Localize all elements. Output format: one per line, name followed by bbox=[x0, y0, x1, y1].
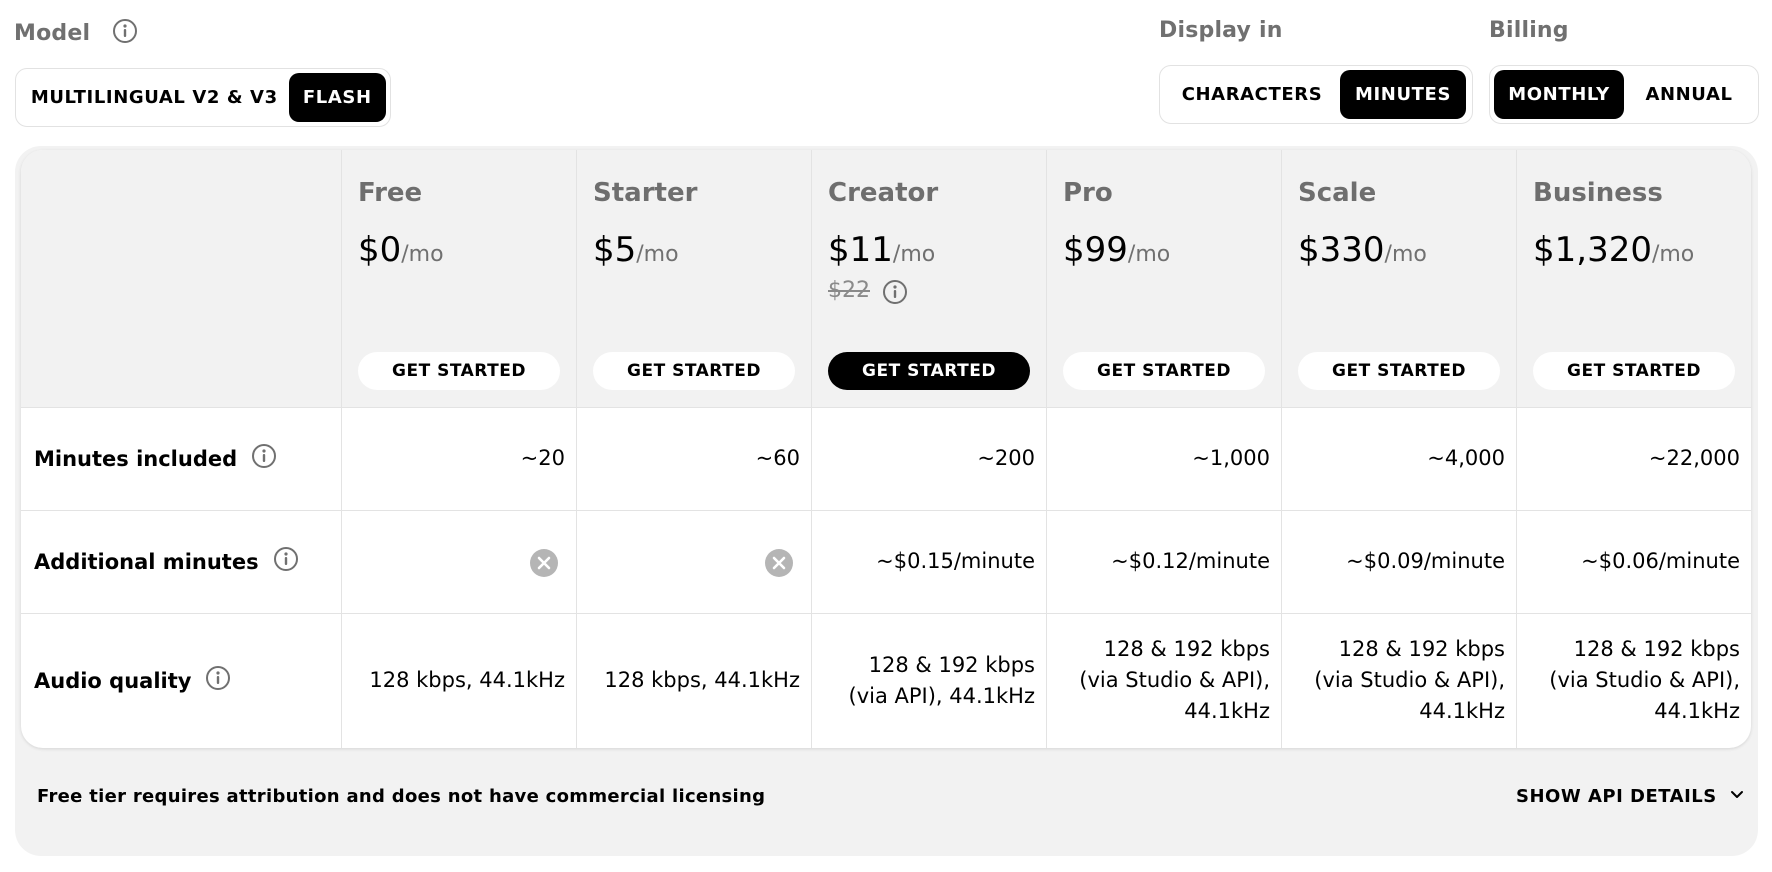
billing-option-annual[interactable]: ANNUAL bbox=[1624, 70, 1754, 119]
attribution-note: Free tier requires attribution and does … bbox=[37, 786, 766, 807]
row-divider bbox=[21, 510, 1751, 511]
column-divider bbox=[1281, 150, 1282, 748]
table-cell: ~$0.15/minute bbox=[876, 549, 1035, 573]
get-started-button[interactable]: GET STARTED bbox=[1298, 352, 1500, 390]
model-option-flash[interactable]: FLASH bbox=[288, 73, 386, 122]
row-label: Minutes included bbox=[34, 443, 277, 474]
table-cell: ~$0.12/minute bbox=[1111, 549, 1270, 573]
info-icon[interactable] bbox=[205, 665, 231, 696]
chevron-down-icon bbox=[1729, 786, 1745, 807]
billing-selector: MONTHLY ANNUAL bbox=[1489, 65, 1759, 124]
plan-name: Scale bbox=[1298, 178, 1377, 208]
table-cell: ~20 bbox=[520, 446, 565, 470]
display-in-label: Display in bbox=[1159, 18, 1283, 43]
table-cell: 128 kbps, 44.1kHz bbox=[369, 668, 565, 692]
get-started-button[interactable]: GET STARTED bbox=[828, 352, 1030, 390]
get-started-button[interactable]: GET STARTED bbox=[358, 352, 560, 390]
model-option-multilingual[interactable]: MULTILINGUAL V2 & V3 bbox=[20, 73, 289, 122]
column-divider bbox=[576, 150, 577, 748]
row-label: Audio quality bbox=[34, 665, 231, 696]
plan-price: $1,320/mo bbox=[1533, 230, 1695, 270]
billing-option-monthly[interactable]: MONTHLY bbox=[1494, 70, 1624, 119]
plan-price: $99/mo bbox=[1063, 230, 1171, 270]
table-cell: ~1,000 bbox=[1192, 446, 1270, 470]
plan-name: Pro bbox=[1063, 178, 1113, 208]
get-started-button[interactable]: GET STARTED bbox=[593, 352, 795, 390]
pricing-table: Free $0/mo GET STARTED Starter $5/mo GET… bbox=[21, 150, 1751, 748]
table-cell: 128 & 192 kbps (via API), 44.1kHz bbox=[848, 653, 1036, 708]
display-selector: CHARACTERS MINUTES bbox=[1159, 65, 1473, 124]
column-divider bbox=[1046, 150, 1047, 748]
info-icon[interactable] bbox=[882, 279, 908, 309]
table-cell: ~200 bbox=[977, 446, 1035, 470]
info-icon[interactable] bbox=[273, 546, 299, 577]
column-divider bbox=[1516, 150, 1517, 748]
pricing-controls: Model MULTILINGUAL V2 & V3 FLASH Display… bbox=[0, 0, 1772, 140]
table-cell: 128 & 192 kbps (via Studio & API), 44.1k… bbox=[1079, 637, 1270, 723]
plan-name: Creator bbox=[828, 178, 939, 208]
plan-name: Free bbox=[358, 178, 423, 208]
plan-price: $11/mo bbox=[828, 230, 936, 270]
row-divider bbox=[21, 613, 1751, 614]
info-icon[interactable] bbox=[251, 443, 277, 474]
display-option-minutes[interactable]: MINUTES bbox=[1340, 70, 1466, 119]
not-available-icon bbox=[529, 548, 559, 582]
table-cell: ~$0.09/minute bbox=[1346, 549, 1505, 573]
plan-price: $0/mo bbox=[358, 230, 444, 270]
table-cell: ~4,000 bbox=[1427, 446, 1505, 470]
not-available-icon bbox=[764, 548, 794, 582]
pricing-card: Free $0/mo GET STARTED Starter $5/mo GET… bbox=[15, 146, 1758, 856]
column-divider bbox=[341, 150, 342, 748]
plan-name: Business bbox=[1533, 178, 1663, 208]
original-price: $22 bbox=[828, 278, 870, 303]
billing-label: Billing bbox=[1489, 18, 1569, 43]
table-cell: ~22,000 bbox=[1648, 446, 1740, 470]
info-icon[interactable] bbox=[112, 18, 138, 50]
display-option-characters[interactable]: CHARACTERS bbox=[1164, 70, 1340, 119]
get-started-button[interactable]: GET STARTED bbox=[1063, 352, 1265, 390]
plan-name: Starter bbox=[593, 178, 698, 208]
table-cell: 128 kbps, 44.1kHz bbox=[604, 668, 800, 692]
plan-price: $5/mo bbox=[593, 230, 679, 270]
row-label: Additional minutes bbox=[34, 546, 299, 577]
get-started-button[interactable]: GET STARTED bbox=[1533, 352, 1735, 390]
column-divider bbox=[811, 150, 812, 748]
table-cell: 128 & 192 kbps (via Studio & API), 44.1k… bbox=[1314, 637, 1505, 723]
table-cell: 128 & 192 kbps (via Studio & API), 44.1k… bbox=[1549, 637, 1740, 723]
plan-price: $330/mo bbox=[1298, 230, 1427, 270]
model-label: Model bbox=[14, 18, 138, 50]
table-cell: ~$0.06/minute bbox=[1581, 549, 1740, 573]
table-cell: ~60 bbox=[755, 446, 800, 470]
show-api-details-label: SHOW API DETAILS bbox=[1516, 786, 1717, 807]
model-selector: MULTILINGUAL V2 & V3 FLASH bbox=[15, 68, 391, 127]
show-api-details-button[interactable]: SHOW API DETAILS bbox=[1516, 786, 1745, 807]
row-divider bbox=[21, 407, 1751, 408]
